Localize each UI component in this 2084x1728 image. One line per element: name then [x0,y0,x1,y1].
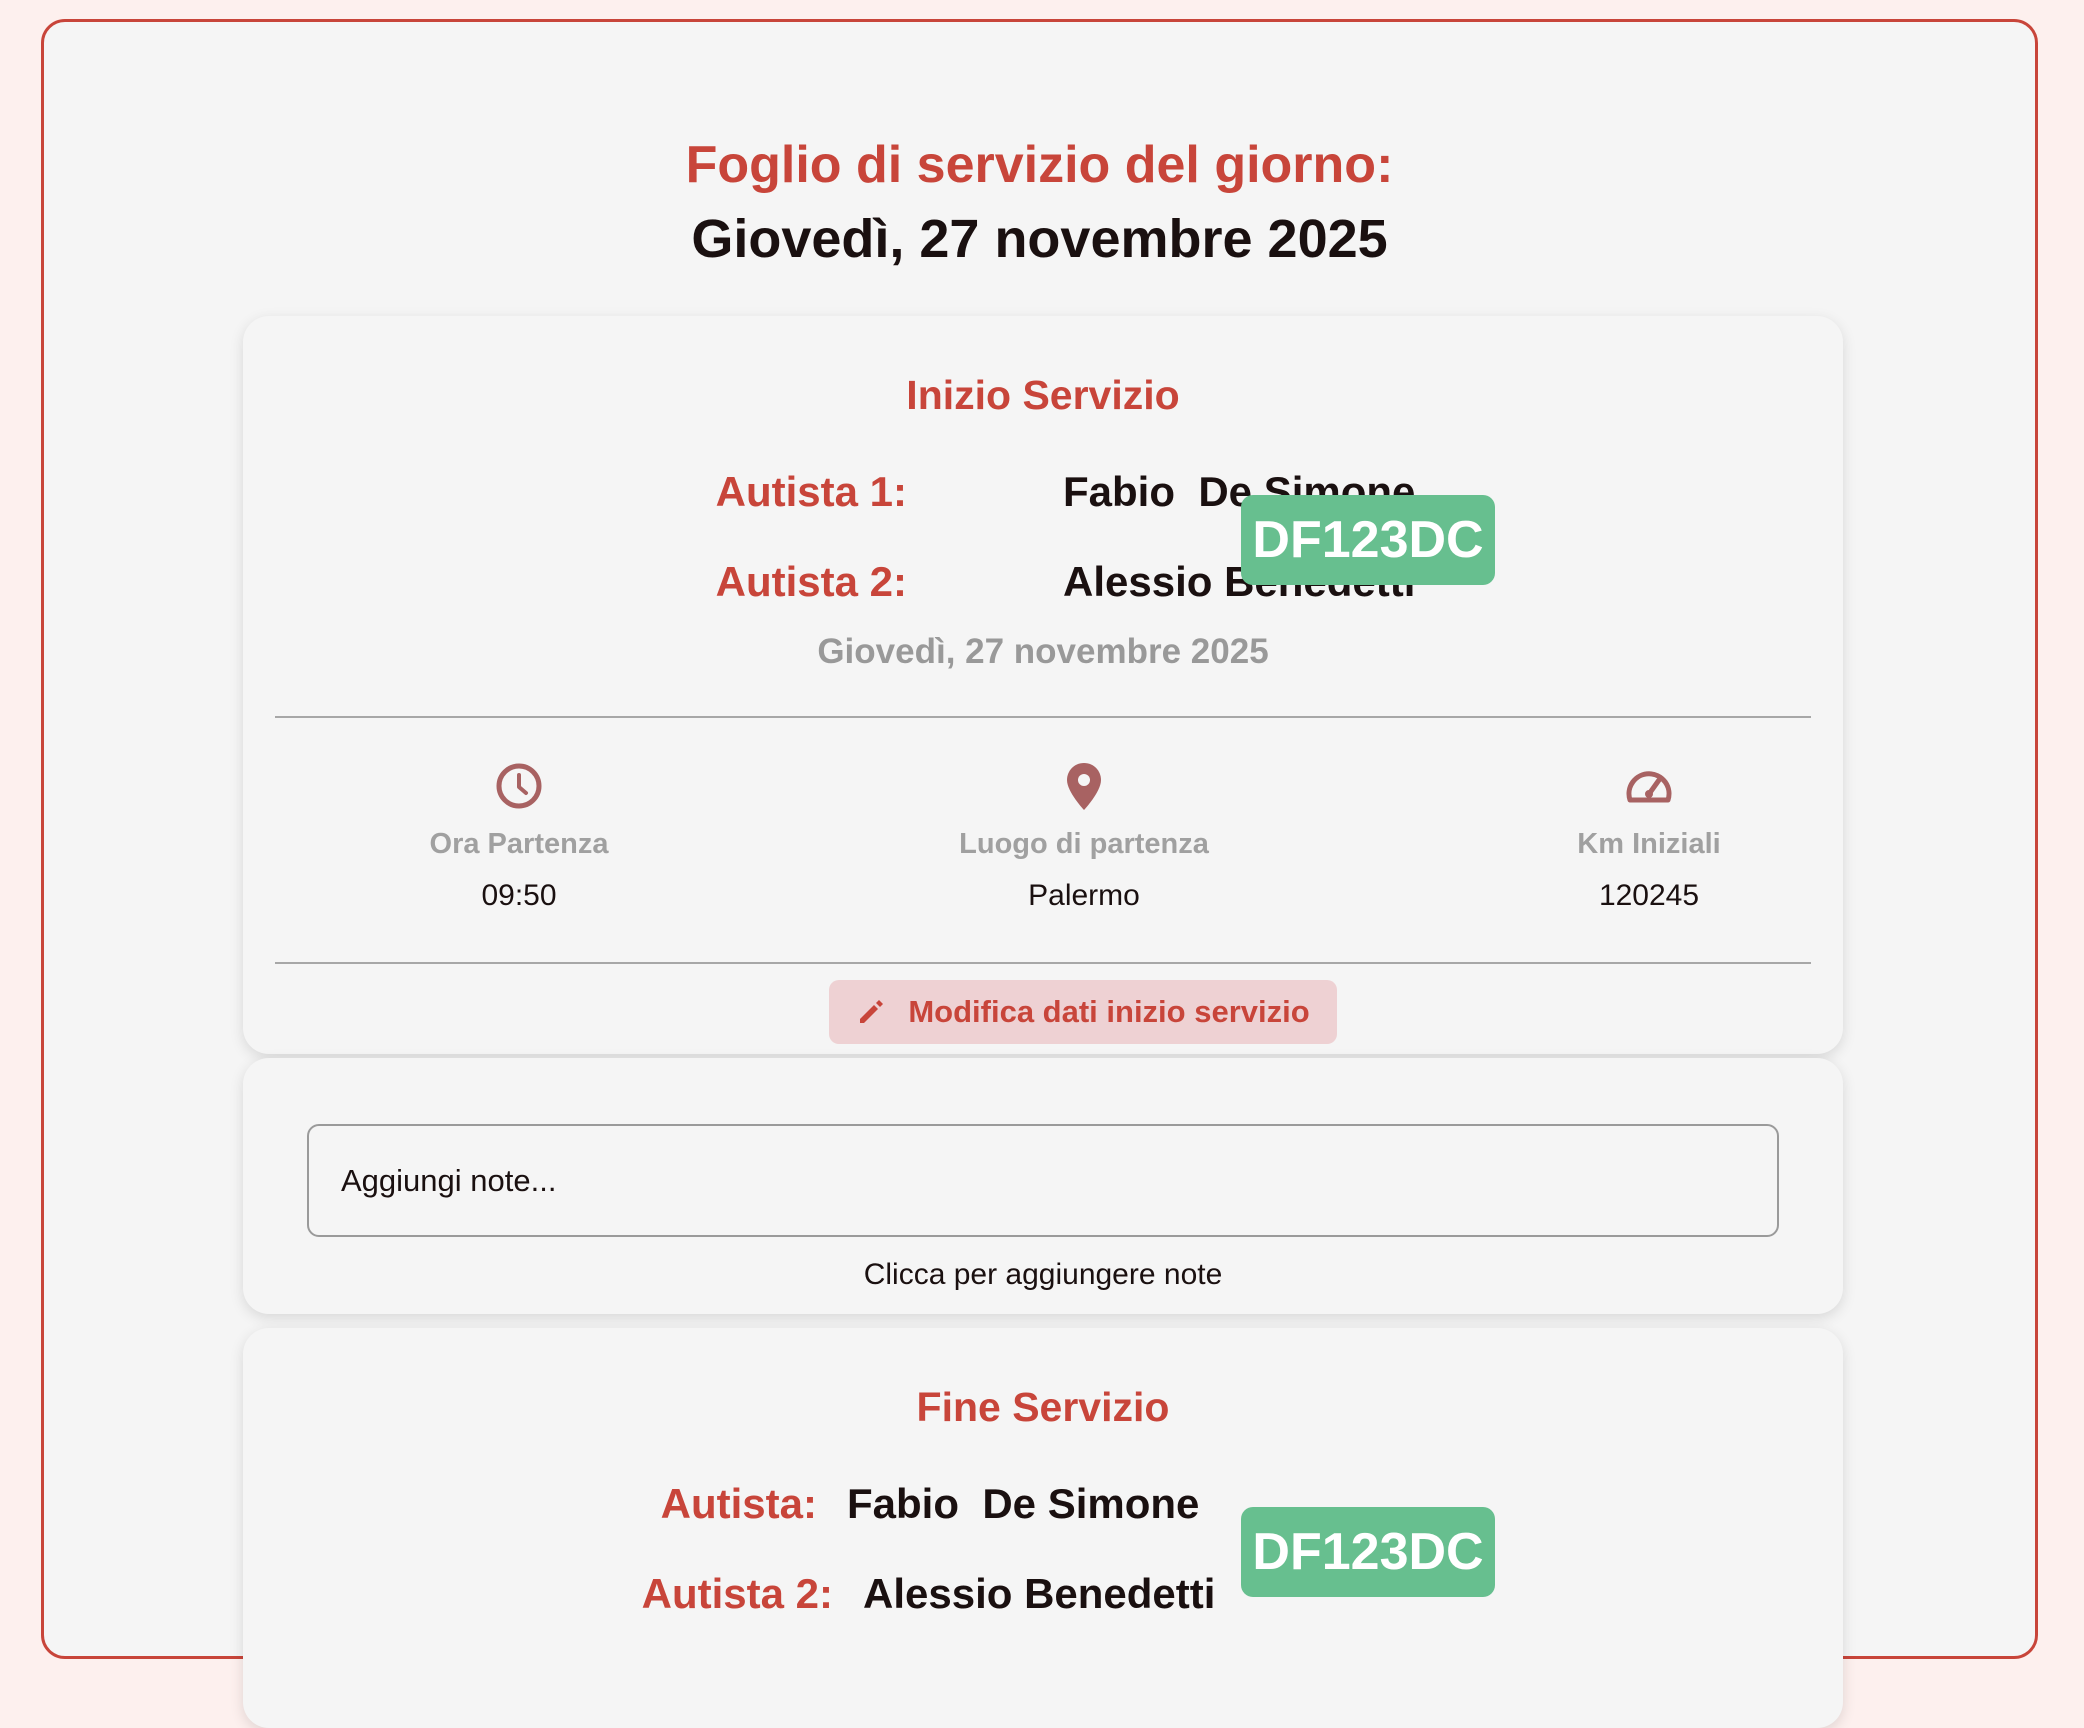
end-driver-last-name: De Simone [982,1480,1200,1527]
start-km-label: Km Iniziali [1577,828,1721,860]
departure-time-value: 09:50 [481,879,557,912]
vehicle-plate-badge: DF123DC [1241,495,1495,585]
speedometer-icon [1626,771,1672,803]
start-service-date: Giovedì, 27 novembre 2025 [817,632,1269,671]
notes-hint: Clicca per aggiungere note [863,1258,1223,1291]
end-driver-name: Fabio De Simone [847,1480,1199,1528]
end-vehicle-plate-badge: DF123DC [1241,1507,1495,1597]
departure-time-info: Ora Partenza 09:50 [309,760,729,913]
start-service-card: Inizio Servizio Autista 1: Fabio De Simo… [243,316,1843,1054]
driver1-label: Autista 1: [715,468,907,515]
divider [275,962,1811,964]
notes-input[interactable] [307,1124,1779,1237]
end-driver-first-name: Fabio [847,1480,959,1527]
end-service-title: Fine Servizio [916,1384,1170,1430]
departure-place-info: Luogo di partenza Palermo [874,760,1294,913]
end-driver2-name: Alessio Benedetti [863,1570,1216,1617]
notes-card: Clicca per aggiungere note [243,1058,1843,1314]
page-title: Foglio di servizio del giorno: [685,136,1394,194]
end-service-card: Fine Servizio Autista: Fabio De Simone A… [243,1328,1843,1728]
service-sheet-frame: Foglio di servizio del giorno: Giovedì, … [41,19,2038,1728]
edit-start-service-button[interactable]: Modifica dati inizio servizio [829,980,1337,1044]
driver2-label: Autista 2: [715,558,907,605]
start-service-title: Inizio Servizio [906,372,1180,418]
page-date: Giovedì, 27 novembre 2025 [691,209,1388,269]
location-pin-icon [1067,763,1101,810]
start-km-info: Km Iniziali 120245 [1439,760,1859,913]
pencil-icon [860,1000,884,1023]
edit-start-service-label: Modifica dati inizio servizio [908,994,1310,1029]
divider [275,716,1811,718]
clock-icon [496,763,542,809]
driver1-first-name: Fabio [1063,468,1175,515]
departure-place-label: Luogo di partenza [959,828,1209,860]
end-driver2-label: Autista 2: [641,1570,833,1617]
start-km-value: 120245 [1598,879,1700,912]
departure-place-value: Palermo [1028,879,1140,912]
end-driver-label: Autista: [660,1480,817,1527]
departure-time-label: Ora Partenza [429,828,609,860]
